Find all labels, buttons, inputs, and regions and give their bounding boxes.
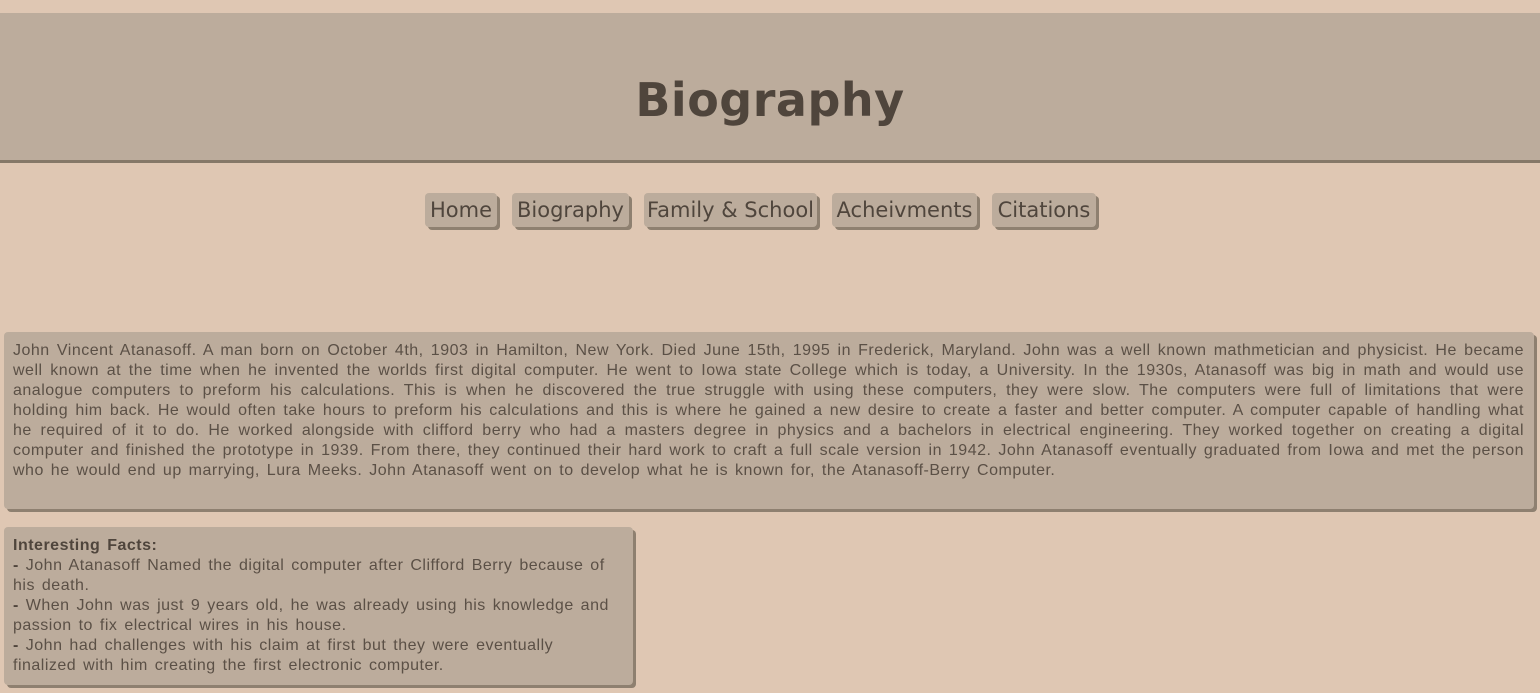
page-title: Biography xyxy=(635,73,905,127)
nav-bar: Home Biography Family & School Acheivmen… xyxy=(0,193,1540,233)
nav-biography-button[interactable]: Biography xyxy=(512,193,629,227)
fact-dash: - xyxy=(13,597,19,614)
biography-text: John Vincent Atanasoff. A man born on Oc… xyxy=(13,342,1524,479)
nav-achievements-button[interactable]: Acheivments xyxy=(832,193,977,227)
nav-citations-button[interactable]: Citations xyxy=(992,193,1096,227)
fact-text: When John was just 9 years old, he was a… xyxy=(13,597,609,634)
biography-panel: John Vincent Atanasoff. A man born on Oc… xyxy=(4,332,1534,509)
fact-text: John Atanasoff Named the digital compute… xyxy=(13,557,605,594)
fact-dash: - xyxy=(13,557,19,574)
fact-text: John had challenges with his claim at fi… xyxy=(13,637,554,674)
interesting-facts-panel: Interesting Facts: - John Atanasoff Name… xyxy=(4,527,633,685)
fact-dash: - xyxy=(13,637,19,654)
fact-item: - John Atanasoff Named the digital compu… xyxy=(13,556,623,596)
facts-heading: Interesting Facts: xyxy=(13,537,158,554)
fact-item: - When John was just 9 years old, he was… xyxy=(13,596,623,636)
fact-item: - John had challenges with his claim at … xyxy=(13,636,623,676)
nav-family-school-button[interactable]: Family & School xyxy=(644,193,817,227)
page-header: Biography xyxy=(0,13,1540,163)
nav-home-button[interactable]: Home xyxy=(425,193,497,227)
